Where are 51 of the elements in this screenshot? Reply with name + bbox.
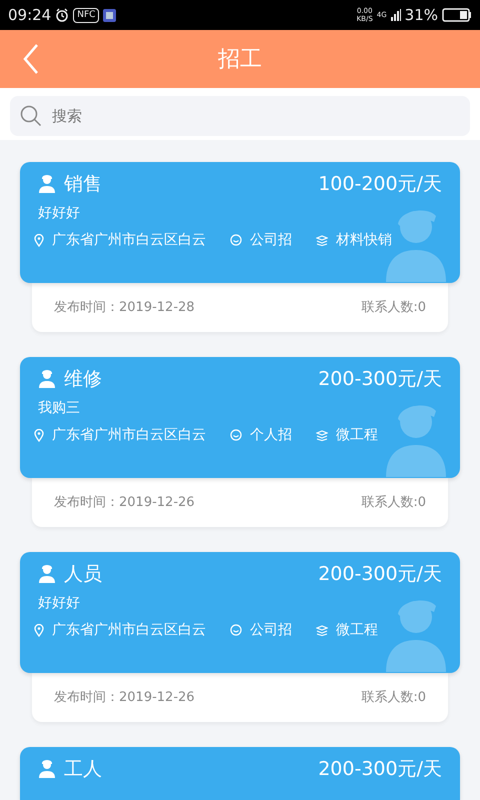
job-location: 广东省广州市白云区白云 (52, 620, 206, 640)
smiley-icon (230, 234, 242, 246)
smiley-icon (230, 429, 242, 441)
job-title: 人员 (64, 562, 102, 587)
alarm-icon (55, 8, 70, 22)
job-recruiter: 公司招 (250, 620, 292, 640)
app-notification-icon (103, 8, 116, 22)
job-salary: 200-300元/天 (318, 367, 442, 392)
post-date: 发布时间：2019-12-28 (54, 298, 195, 317)
worker-icon (38, 564, 56, 584)
job-category: 微工程 (336, 620, 378, 640)
layers-icon (316, 234, 328, 246)
job-recruiter: 公司招 (250, 230, 292, 250)
job-salary: 200-300元/天 (318, 562, 442, 587)
back-icon (22, 43, 40, 75)
contact-count: 联系人数:0 (361, 688, 426, 707)
job-description: 好好好 (37, 204, 81, 222)
signal-icon (390, 9, 401, 21)
contact-count: 联系人数:0 (361, 298, 426, 317)
job-salary: 100-200元/天 (318, 172, 442, 197)
job-description: 好好好 (37, 594, 81, 612)
job-location: 广东省广州市白云区白云 (52, 230, 206, 250)
battery-icon (442, 8, 472, 22)
job-title: 销售 (64, 172, 102, 197)
clock-time: 09:24 (8, 4, 52, 26)
location-pin-icon (34, 234, 44, 246)
smiley-icon (230, 624, 242, 636)
job-recruiter: 个人招 (250, 426, 292, 444)
job-location: 广东省广州市白云区白云 (52, 426, 206, 444)
location-pin-icon (34, 428, 44, 442)
location-pin-icon (34, 624, 44, 636)
job-title: 工人 (64, 757, 102, 782)
contact-count: 联系人数:0 (361, 494, 426, 512)
post-date: 发布时间：2019-12-26 (54, 688, 195, 707)
search-icon (20, 105, 42, 127)
job-title: 维修 (64, 367, 102, 392)
layers-icon (316, 430, 328, 440)
job-salary: 200-300元/天 (318, 757, 442, 782)
search-field[interactable]: 搜索 (10, 96, 470, 136)
job-category: 材料快销 (336, 230, 392, 250)
nfc-indicator: NFC (73, 8, 100, 22)
page-title: 招工 (218, 46, 262, 74)
worker-icon (38, 174, 56, 194)
back-button[interactable] (22, 43, 40, 75)
job-description: 我购三 (37, 398, 81, 418)
job-category: 微工程 (336, 426, 378, 444)
worker-icon (38, 760, 56, 779)
battery-percent: 31% (404, 4, 438, 26)
worker-icon (38, 370, 56, 389)
post-date: 发布时间：2019-12-26 (54, 494, 195, 512)
layers-icon (316, 624, 328, 636)
